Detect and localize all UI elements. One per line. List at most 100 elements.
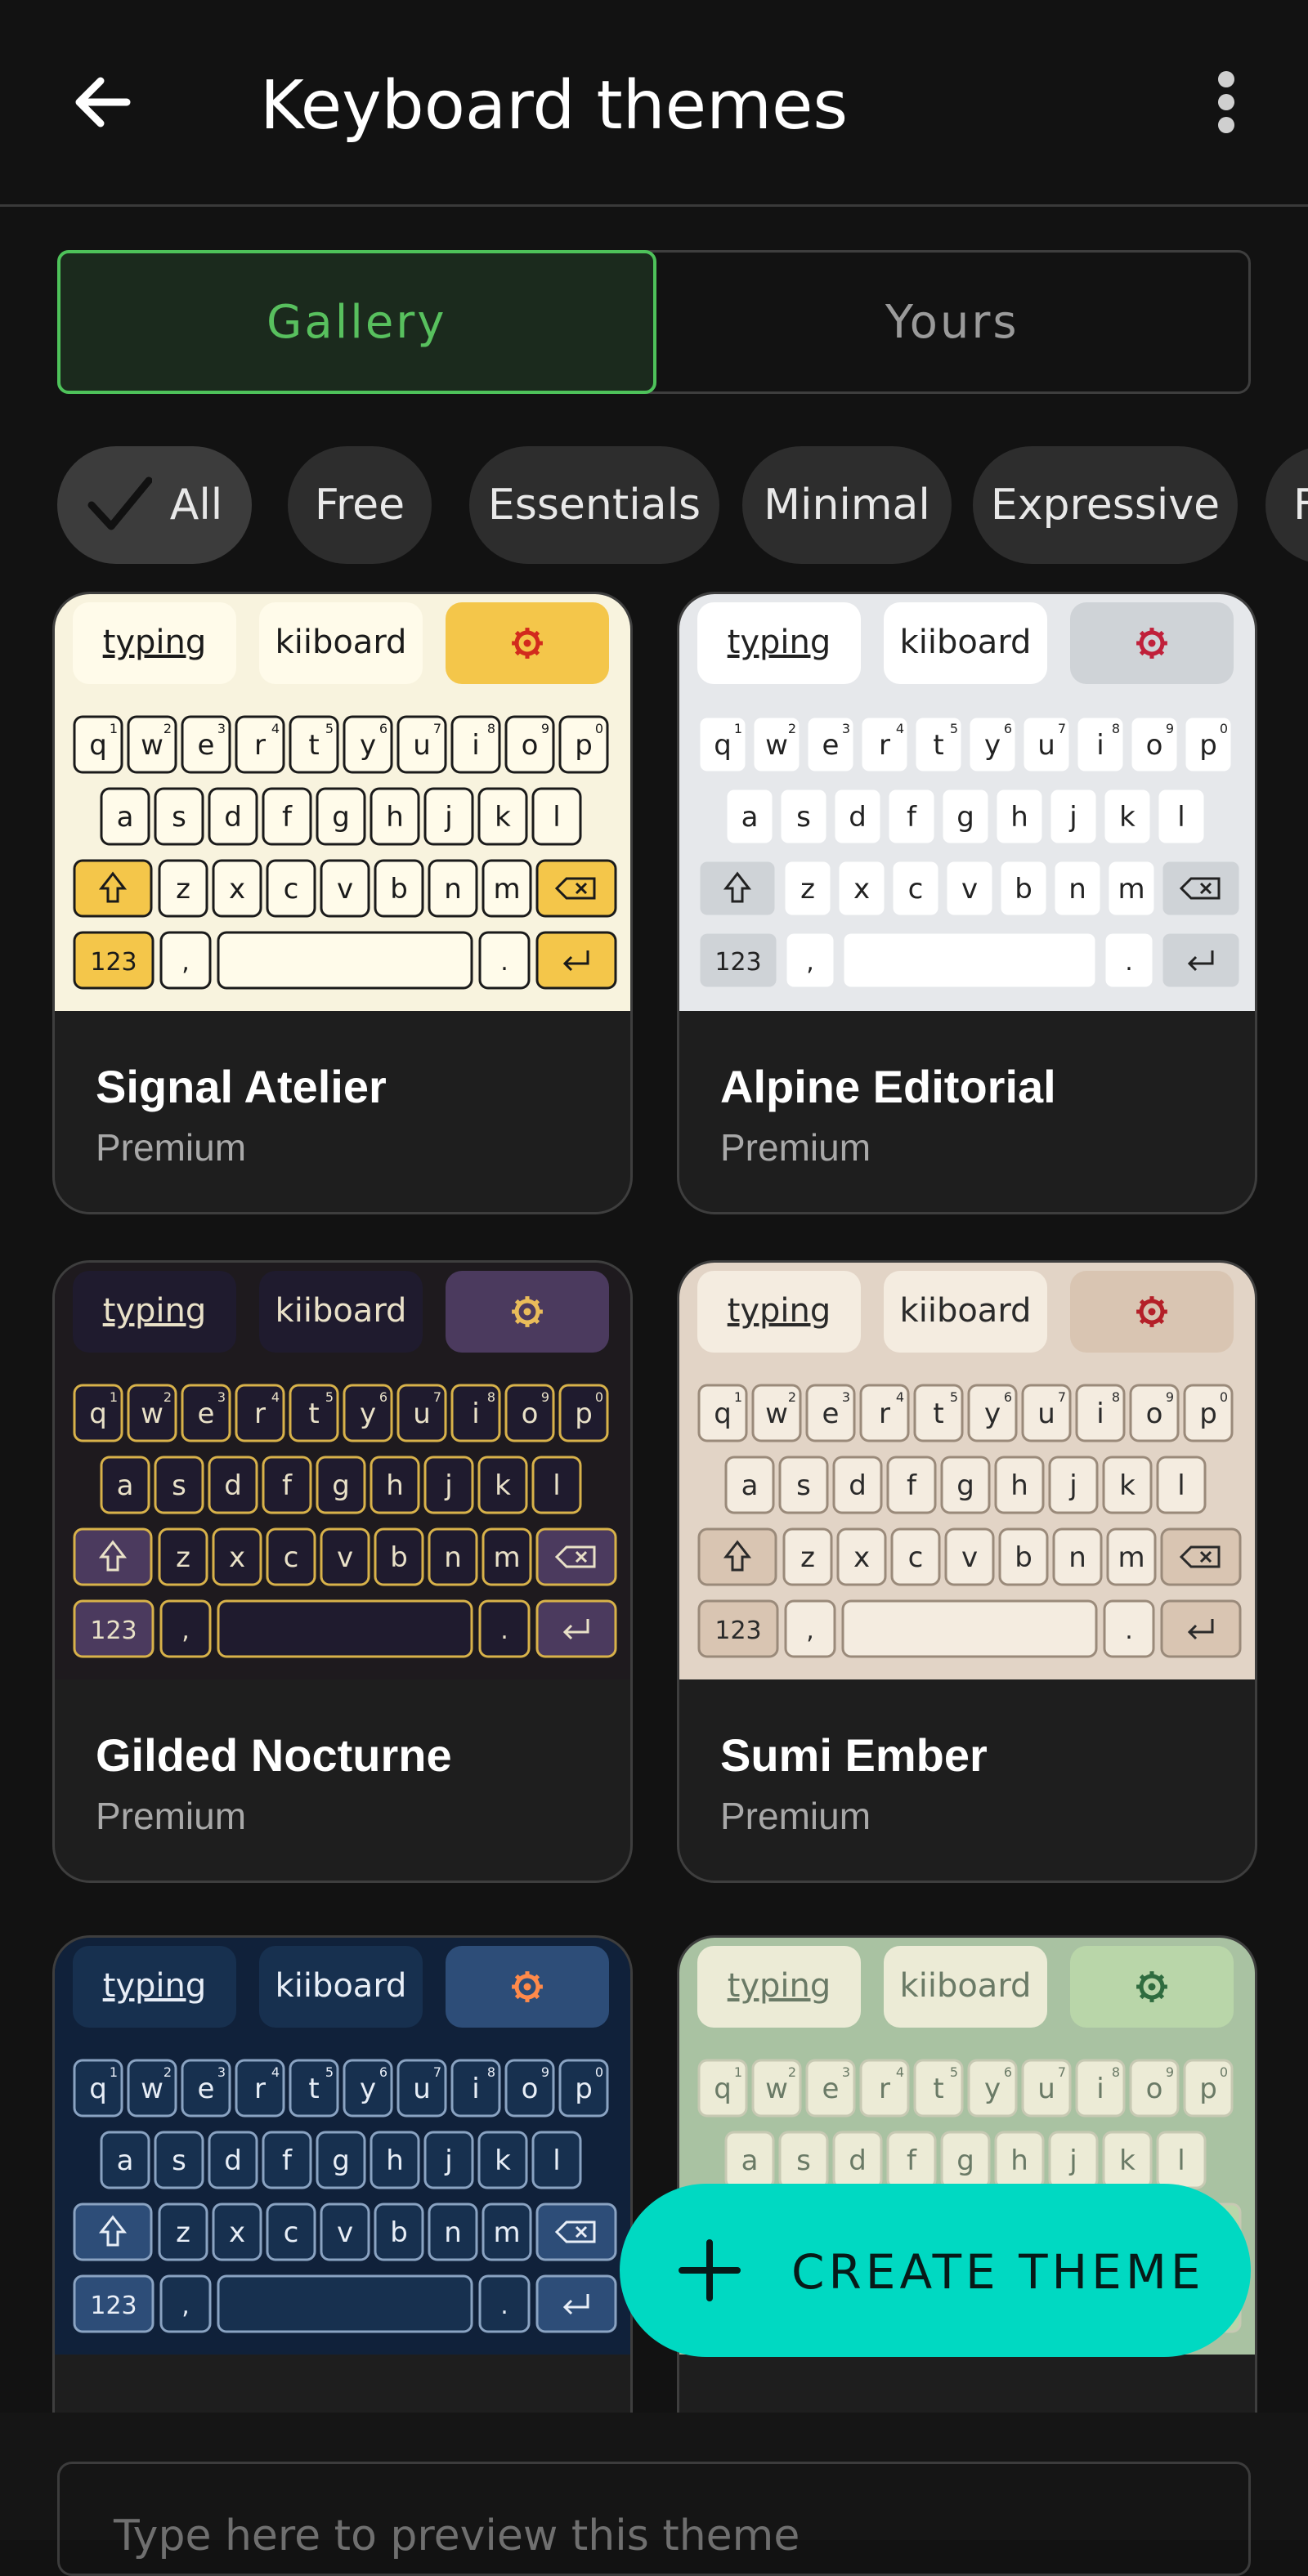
key-label: g xyxy=(956,1469,974,1502)
key-label: d xyxy=(849,801,867,834)
key-label: s xyxy=(172,1469,186,1502)
chip-all[interactable]: All xyxy=(57,446,252,564)
key-label: w xyxy=(765,729,788,762)
chip-minimal[interactable]: Minimal xyxy=(742,446,952,564)
preview-input[interactable]: Type here to preview this theme xyxy=(57,2462,1251,2576)
key-label: , xyxy=(806,1617,814,1645)
key-hint: 4 xyxy=(896,721,904,736)
key-label: c xyxy=(908,1541,924,1574)
key-label: , xyxy=(181,948,190,977)
theme-info: Sumi Ember Premium xyxy=(679,1679,1255,1881)
key-label: i xyxy=(1096,2073,1104,2105)
key-label: j xyxy=(444,1469,452,1502)
key-label: j xyxy=(1068,1469,1077,1502)
key-label: , xyxy=(806,948,814,977)
tab-yours[interactable]: Yours xyxy=(656,253,1249,391)
key-label: k xyxy=(495,2144,511,2177)
theme-tier: Premium xyxy=(720,1126,871,1169)
key-label: u xyxy=(1037,1398,1055,1430)
key-hint: 4 xyxy=(896,1389,904,1405)
theme-card[interactable]: typing kiiboard q 1 w 2 e 3 r 4 t 5 y 6 u 7 i 8 o 9 p 0 a s d f g h… xyxy=(677,592,1257,1214)
key-label: t xyxy=(308,729,319,762)
key-hint: 3 xyxy=(217,2064,226,2080)
key-hint: 7 xyxy=(433,1389,441,1405)
key-label: q xyxy=(714,2073,732,2105)
key-hint: 1 xyxy=(734,1389,742,1405)
key-hint: 1 xyxy=(734,721,742,736)
space-key xyxy=(217,931,473,990)
key-label: p xyxy=(1199,2073,1217,2105)
key-label: y xyxy=(984,729,1001,762)
preview-placeholder: Type here to preview this theme xyxy=(114,2511,800,2560)
key-label: h xyxy=(386,1469,404,1502)
more-vert-icon xyxy=(1218,71,1234,133)
suggestion-text: kiiboard xyxy=(900,624,1032,661)
key-label: e xyxy=(198,1398,215,1430)
key-label: p xyxy=(575,1398,593,1430)
page-title: Keyboard themes xyxy=(260,67,849,145)
key-label: w xyxy=(141,2073,164,2105)
key-label: . xyxy=(1125,1617,1133,1645)
key-label: c xyxy=(284,873,299,906)
key-label: j xyxy=(1068,2144,1077,2177)
theme-info: Signal Atelier Premium xyxy=(55,1011,630,1212)
key-label: j xyxy=(1068,801,1077,834)
key-hint: 6 xyxy=(379,721,387,736)
keyboard-preview: typing kiiboard q 1 w 2 e 3 r 4 t 5 y 6 u 7 i 8 o 9 p 0 a s d f g h… xyxy=(55,1938,630,2355)
key-label: g xyxy=(332,2144,350,2177)
key-hint: 5 xyxy=(325,721,334,736)
key-label: q xyxy=(89,729,107,762)
key-hint: 3 xyxy=(217,1389,226,1405)
key-hint: 0 xyxy=(595,721,603,736)
key-label: z xyxy=(176,2216,190,2249)
key-hint: 3 xyxy=(842,721,850,736)
theme-card[interactable]: typing kiiboard q 1 w 2 e 3 r 4 t 5 y 6 u 7 i 8 o 9 p 0 a s d f g h… xyxy=(52,1260,633,1883)
key-label: u xyxy=(1037,2073,1055,2105)
key-label: x xyxy=(229,2216,245,2249)
key-hint: 7 xyxy=(1058,721,1066,736)
chip-expressive[interactable]: Expressive xyxy=(973,446,1238,564)
theme-info: Alpine Editorial Premium xyxy=(679,1011,1255,1212)
enter-key xyxy=(535,1599,617,1658)
enter-key xyxy=(1160,931,1242,990)
tab-gallery[interactable]: Gallery xyxy=(57,250,656,394)
key-hint: 3 xyxy=(842,2064,850,2080)
key-hint: 1 xyxy=(734,2064,742,2080)
key-label: o xyxy=(1146,729,1163,762)
key-label: h xyxy=(1010,1469,1028,1502)
key-label: d xyxy=(224,2144,242,2177)
key-label: b xyxy=(390,873,408,906)
chip-essentials[interactable]: Essentials xyxy=(469,446,719,564)
key-label: n xyxy=(1068,873,1086,906)
more-options-button[interactable] xyxy=(1194,57,1259,147)
key-label: b xyxy=(390,1541,408,1574)
key-label: 123 xyxy=(90,1617,137,1645)
key-hint: 0 xyxy=(595,1389,603,1405)
key-label: t xyxy=(933,1398,943,1430)
theme-card[interactable]: typing kiiboard q 1 w 2 e 3 r 4 t 5 y 6 u 7 i 8 o 9 p 0 a s d f g h… xyxy=(52,1935,633,2413)
key-label: o xyxy=(522,729,539,762)
key-hint: 2 xyxy=(788,721,796,736)
keyboard-svg: typing kiiboard q1 w2 e3 r4 t5 y6 u7 i8 o9 p0 a s d f g h… xyxy=(55,1938,630,2355)
key-label: q xyxy=(89,2073,107,2105)
key-label: x xyxy=(853,1541,870,1574)
keyboard-svg: typing kiiboard q1 w2 e3 r4 t5 y6 u7 i8 o9 p0 a s d f g h… xyxy=(679,594,1255,1011)
key-label: z xyxy=(176,873,190,906)
back-button[interactable] xyxy=(57,57,147,147)
theme-info: Gilded Nocturne Premium xyxy=(55,1679,630,1881)
key-label: e xyxy=(198,2073,215,2105)
key-hint: 8 xyxy=(487,2064,495,2080)
suggestion-text: typing xyxy=(728,1967,831,2005)
chip-free[interactable]: Free xyxy=(288,446,432,564)
theme-card[interactable]: typing kiiboard q 1 w 2 e 3 r 4 t 5 y 6 u 7 i 8 o 9 p 0 a s d f g h… xyxy=(677,1260,1257,1883)
chip-more[interactable]: F xyxy=(1265,446,1308,564)
gallery-yours-tabs: Gallery Yours xyxy=(57,250,1251,394)
theme-card[interactable]: typing kiiboard q 1 w 2 e 3 r 4 t 5 y 6 u 7 i 8 o 9 p 0 a s d f g h… xyxy=(52,592,633,1214)
key-hint: 5 xyxy=(325,2064,334,2080)
gear-icon xyxy=(512,1296,543,1327)
key-label: y xyxy=(984,1398,1001,1430)
key-label: r xyxy=(879,2073,890,2105)
create-theme-button[interactable]: CREATE THEME xyxy=(620,2184,1251,2357)
key-label: w xyxy=(765,2073,788,2105)
key-hint: 2 xyxy=(788,1389,796,1405)
